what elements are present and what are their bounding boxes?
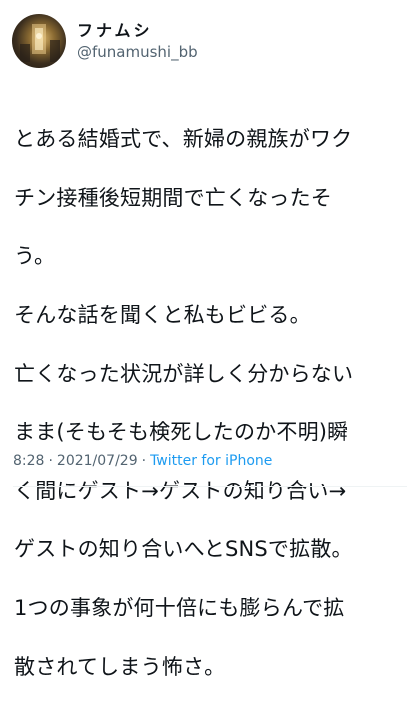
tweet-text: とある結婚式で、新婦の親族がワク チン接種後短期間で亡くなったそ う。 そんな話… [14,96,410,711]
user-handle[interactable]: @funamushi_bb [77,42,198,62]
user-names: フナムシ @funamushi_bb [77,20,198,62]
avatar-image-icon [20,24,60,62]
tweet-text-line: く間にゲスト→ゲストの知り合い→ [14,478,347,503]
tweet-text-line: 1つの事象が何十倍にも膨らんで拡 [14,596,345,621]
meta-separator: · [48,453,53,469]
tweet-text-line: ゲストの知り合いへとSNSで拡散。 [14,537,353,562]
tweet-text-line: 亡くなった状況が詳しく分からない [14,361,354,386]
tweet-source-link[interactable]: Twitter for iPhone [150,451,272,471]
tweet-header: フナムシ @funamushi_bb [12,13,198,69]
tweet-text-line: 散されてしまう怖さ。 [14,654,226,679]
tweet-time[interactable]: 8:28 [13,451,44,471]
tweet-text-line: う。 [14,244,56,269]
avatar[interactable] [12,14,66,68]
tweet-text-line: チン接種後短期間で亡くなったそ [14,185,332,210]
meta-separator: · [141,453,147,469]
tweet-text-line: まま(そもそも検死したのか不明)瞬 [14,420,349,445]
tweet-text-line: とある結婚式で、新婦の親族がワク [14,127,353,152]
tweet: フナムシ @funamushi_bb とある結婚式で、新婦の親族がワク チン接種… [0,0,420,679]
tweet-date[interactable]: 2021/07/29 [57,451,138,471]
divider [13,486,407,487]
display-name[interactable]: フナムシ [77,20,198,42]
tweet-meta: 8:28 · 2021/07/29 · Twitter for iPhone [13,451,272,471]
tweet-text-line: そんな話を聞くと私もビビる。 [14,303,311,328]
